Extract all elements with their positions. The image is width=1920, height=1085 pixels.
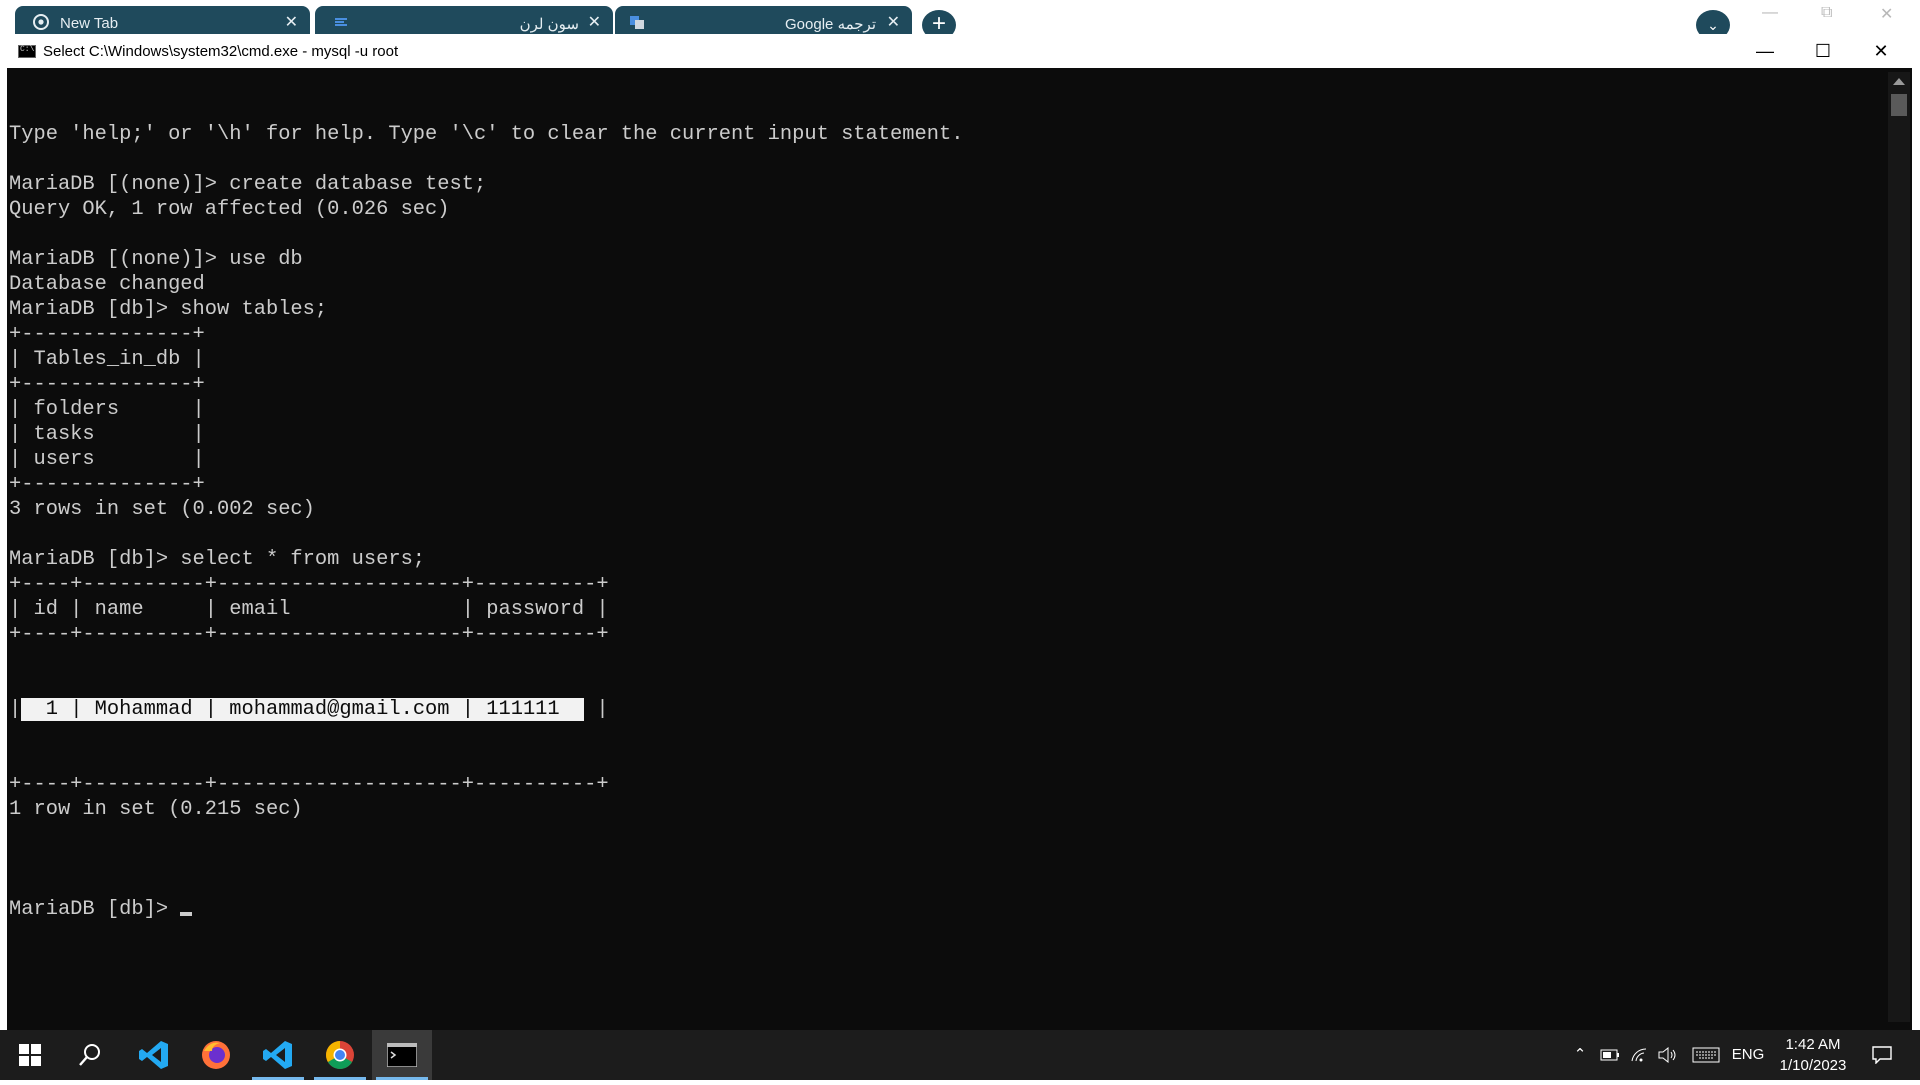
terminal-line: | tasks | <box>9 423 205 446</box>
taskbar-cmd[interactable] <box>372 1030 432 1080</box>
start-button[interactable] <box>0 1030 60 1080</box>
cmd-window-icon[interactable] <box>18 45 36 58</box>
terminal-line: Database changed <box>9 273 205 296</box>
terminal-lines-after: +----+----------+--------------------+--… <box>9 772 1889 847</box>
tray-expand-icon[interactable]: ⌃ <box>1568 1030 1592 1080</box>
row-prefix: | <box>9 698 22 721</box>
browser-tab-google-translate[interactable]: Google ترجمه ✕ <box>615 6 912 34</box>
prompt-text: MariaDB [db]> <box>9 898 181 921</box>
keyboard-icon[interactable] <box>1690 1030 1722 1080</box>
taskbar-vscode[interactable] <box>124 1030 184 1080</box>
site-icon <box>335 18 347 26</box>
vscode-icon <box>263 1041 292 1069</box>
browser-close-icon[interactable]: ✕ <box>1880 4 1893 24</box>
search-icon <box>79 1044 100 1066</box>
windows-icon <box>19 1044 41 1066</box>
taskbar-firefox[interactable] <box>186 1030 246 1080</box>
cmd-window: Select C:\Windows\system32\cmd.exe - mys… <box>7 34 1912 1030</box>
tab-label: Google ترجمه <box>785 16 876 33</box>
terminal-line: +--------------+ <box>9 323 205 346</box>
terminal-line: MariaDB [db]> show tables; <box>9 298 328 321</box>
chevron-down-icon: ⌄ <box>1707 17 1719 33</box>
selected-row-text: 1 | Mohammad | mohammad@gmail.com | 1111… <box>21 698 585 721</box>
cmd-window-title: Select C:\Windows\system32\cmd.exe - mys… <box>43 43 399 60</box>
terminal-icon <box>387 1043 417 1067</box>
tab-label: سون لرن <box>519 16 579 33</box>
terminal-output[interactable]: Type 'help;' or '\h' for help. Type '\c'… <box>9 72 1889 1022</box>
search-button[interactable] <box>60 1030 120 1080</box>
terminal-line: | id | name | email | password | <box>9 598 609 621</box>
clock[interactable]: 1:42 AM 1/10/2023 <box>1758 1034 1868 1076</box>
chrome-icon <box>33 14 49 30</box>
browser-tab-sevenlearn[interactable]: سون لرن ✕ <box>315 6 613 34</box>
terminal-line: | folders | <box>9 398 205 421</box>
close-icon[interactable]: ✕ <box>285 12 298 32</box>
terminal-line: 1 row in set (0.215 sec) <box>9 798 303 821</box>
terminal-lines: Type 'help;' or '\h' for help. Type '\c'… <box>9 122 1889 647</box>
terminal-line: | users | <box>9 448 205 471</box>
terminal-line: +--------------+ <box>9 373 205 396</box>
browser-tab-strip: New Tab ✕ سون لرن ✕ Google ترجمه ✕ + ⌄ —… <box>0 0 1920 40</box>
close-icon[interactable]: ✕ <box>887 12 900 32</box>
taskbar-vscode-2[interactable] <box>248 1030 308 1080</box>
terminal-line: +----+----------+--------------------+--… <box>9 623 609 646</box>
terminal-line: Query OK, 1 row affected (0.026 sec) <box>9 198 450 221</box>
browser-minimize-icon[interactable]: — <box>1762 4 1778 22</box>
tab-label: New Tab <box>60 15 119 32</box>
taskbar-chrome[interactable] <box>310 1030 370 1080</box>
taskbar: ⌃ ENG 1:42 AM 1/10/2023 <box>0 1030 1920 1080</box>
terminal-line: +----+----------+--------------------+--… <box>9 773 609 796</box>
notification-icon[interactable] <box>1866 1030 1898 1080</box>
volume-icon[interactable] <box>1656 1030 1680 1080</box>
firefox-icon <box>202 1041 230 1069</box>
scroll-thumb[interactable] <box>1891 94 1907 116</box>
wifi-icon[interactable] <box>1628 1030 1652 1080</box>
cmd-title-bar[interactable]: Select C:\Windows\system32\cmd.exe - mys… <box>7 34 1912 68</box>
row-suffix: | <box>584 698 609 721</box>
clock-date: 1/10/2023 <box>1779 1057 1847 1074</box>
terminal-line: 3 rows in set (0.002 sec) <box>9 498 315 521</box>
terminal-line: MariaDB [(none)]> create database test; <box>9 173 487 196</box>
terminal-line: Type 'help;' or '\h' for help. Type '\c'… <box>9 123 964 146</box>
battery-icon[interactable] <box>1598 1030 1622 1080</box>
translate-icon <box>630 16 644 29</box>
close-icon[interactable]: ✕ <box>588 12 601 32</box>
maximize-button[interactable]: ☐ <box>1794 34 1852 68</box>
prompt-line[interactable]: MariaDB [db]> <box>9 897 1889 922</box>
scroll-up-arrow-icon[interactable] <box>1893 78 1905 85</box>
clock-time: 1:42 AM <box>1785 1036 1841 1053</box>
terminal-line: +----+----------+--------------------+--… <box>9 573 609 596</box>
terminal-line: +--------------+ <box>9 473 205 496</box>
query-result-row: | 1 | Mohammad | mohammad@gmail.com | 11… <box>9 697 1889 722</box>
minimize-button[interactable]: — <box>1736 34 1794 68</box>
vertical-scrollbar[interactable] <box>1888 72 1910 1022</box>
terminal-line: MariaDB [(none)]> use db <box>9 248 303 271</box>
terminal-line: | Tables_in_db | <box>9 348 205 371</box>
text-cursor <box>180 912 193 916</box>
browser-restore-icon[interactable]: ⧉ <box>1821 4 1832 22</box>
vscode-icon <box>139 1041 168 1069</box>
chrome-icon <box>326 1041 354 1069</box>
terminal-line: MariaDB [db]> select * from users; <box>9 548 426 571</box>
close-button[interactable]: ✕ <box>1852 34 1910 68</box>
browser-tab-new-tab[interactable]: New Tab ✕ <box>15 6 310 34</box>
